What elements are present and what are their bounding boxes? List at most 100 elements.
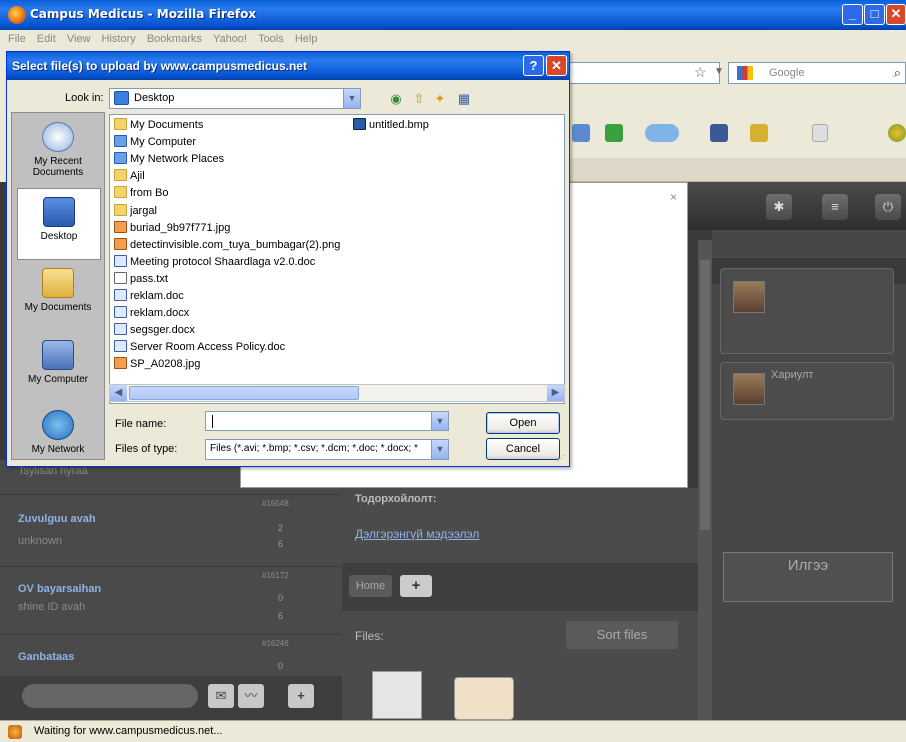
mail-icon[interactable]: ✉	[208, 684, 234, 708]
place-my-computer[interactable]: My Computer	[11, 332, 105, 404]
file-list-item[interactable]: reklam.docx	[114, 305, 189, 321]
file-list-item[interactable]: untitled.bmp	[353, 117, 429, 133]
ticket-id: #16548	[262, 499, 289, 508]
place-desktop[interactable]: Desktop	[17, 188, 101, 260]
toolbar-addon-icon[interactable]	[750, 124, 768, 142]
file-list-item[interactable]: reklam.doc	[114, 288, 184, 304]
files-of-type-select[interactable]: Files (*.avi; *.bmp; *.csv; *.dcm; *.doc…	[205, 439, 449, 460]
toolbar-addon-icon[interactable]	[888, 124, 906, 142]
scroll-left-icon[interactable]: ◀	[110, 385, 127, 401]
file-list-item[interactable]: Server Room Access Policy.doc	[114, 339, 285, 355]
menu-tools[interactable]: Tools	[258, 33, 284, 45]
power-icon[interactable]: ⏻	[875, 194, 901, 220]
search-icon[interactable]: ⌕	[894, 65, 901, 81]
look-in-select[interactable]: Desktop ▼	[109, 88, 361, 109]
scroll-right-icon[interactable]: ▶	[547, 385, 564, 401]
minimize-button[interactable]: _	[842, 4, 863, 25]
view-menu-icon[interactable]: ▦	[455, 90, 473, 108]
list-item[interactable]: #16246 Ganbataas 0	[0, 634, 342, 676]
ticket-title: OV bayarsaihan	[18, 583, 102, 595]
desktop-icon	[114, 91, 129, 105]
cancel-button[interactable]: Cancel	[486, 438, 560, 460]
details-link[interactable]: Дэлгэрэнгүй мэдээлэл	[355, 527, 479, 541]
add-folder-button[interactable]: +	[400, 575, 432, 597]
place-my-network[interactable]: My Network	[11, 402, 105, 460]
menu-yahoo[interactable]: Yahoo!	[213, 33, 247, 45]
facebook-icon[interactable]	[710, 124, 728, 142]
list-search-input[interactable]	[22, 684, 198, 708]
status-bar: Waiting for www.campusmedicus.net...	[0, 720, 906, 742]
menu-edit[interactable]: Edit	[37, 33, 56, 45]
ticket-title: Ganbataas	[18, 651, 75, 663]
look-in-label: Look in:	[65, 92, 104, 104]
presentation-file-icon[interactable]	[454, 677, 514, 720]
file-list-item[interactable]: detectinvisible.com_tuya_bumbagar(2).png	[114, 237, 340, 253]
toolbar-addon-icon[interactable]	[572, 124, 590, 142]
file-list-item[interactable]: buriad_9b97f771.jpg	[114, 220, 230, 236]
file-list-item[interactable]: Meeting protocol Shaardlaga v2.0.doc	[114, 254, 315, 270]
file-list-item[interactable]: pass.txt	[114, 271, 168, 287]
document-file-icon[interactable]	[372, 671, 422, 719]
file-list-item[interactable]: My Computer	[114, 134, 196, 150]
place-recent[interactable]: My Recent Documents	[11, 114, 105, 186]
add-icon[interactable]: +	[288, 684, 314, 708]
chevron-down-icon[interactable]: ▼	[343, 89, 360, 108]
dialog-title-bar[interactable]: Select file(s) to upload by www.campusme…	[7, 52, 569, 80]
bug-icon[interactable]: ✱	[766, 194, 792, 220]
file-list[interactable]: My Documents My Computer My Network Places…	[109, 114, 565, 404]
help-button[interactable]: ?	[523, 55, 544, 76]
new-folder-icon[interactable]: ✦	[431, 90, 449, 108]
recent-documents-icon	[42, 122, 74, 152]
modal-close-icon[interactable]: ×	[670, 190, 677, 204]
file-list-item[interactable]: from Bo	[114, 185, 169, 201]
chevron-down-icon[interactable]: ▼	[431, 440, 448, 459]
back-icon[interactable]: ◉	[387, 90, 405, 108]
list-item[interactable]: #16548 Zuvulguu avah 2 unknown 6	[0, 494, 342, 566]
google-engine-icon[interactable]	[737, 66, 753, 80]
maximize-button[interactable]: □	[864, 4, 885, 25]
close-window-button[interactable]: ✕	[886, 4, 906, 25]
file-list-item[interactable]: My Network Places	[114, 151, 224, 167]
menu-view[interactable]: View	[67, 33, 91, 45]
resize-grip-icon[interactable]: ⋰	[557, 454, 567, 464]
file-list-item[interactable]: segsger.docx	[114, 322, 195, 338]
folder-icon	[114, 169, 127, 182]
file-name-input[interactable]: ▼	[205, 411, 449, 431]
search-box[interactable]: Google ⌕	[728, 62, 906, 84]
description-label: Тодорхойлолт:	[355, 493, 437, 505]
detail-scrollbar[interactable]	[698, 240, 712, 720]
menu-help[interactable]: Help	[295, 33, 318, 45]
menu-history[interactable]: History	[102, 33, 136, 45]
folder-icon	[114, 118, 127, 130]
send-button[interactable]: Илгээ	[723, 552, 893, 602]
comment-count: 2	[278, 523, 284, 533]
file-icon	[114, 271, 127, 284]
weather-icon[interactable]	[645, 124, 679, 142]
my-computer-icon	[42, 340, 74, 370]
list-item[interactable]: #16172 OV bayarsaihan 0 shine ID avah 6	[0, 566, 342, 638]
file-list-item[interactable]: Ajil	[114, 168, 145, 184]
scroll-thumb[interactable]	[129, 386, 359, 400]
menu-bookmarks[interactable]: Bookmarks	[147, 33, 202, 45]
sort-files-button[interactable]: Sort files	[566, 621, 678, 649]
file-name: Server Room Access Policy.doc	[130, 341, 286, 354]
dialog-close-button[interactable]: ✕	[546, 55, 567, 76]
toolbar-addon-icon[interactable]	[605, 124, 623, 142]
bookmark-star-icon[interactable]: ☆	[694, 64, 707, 81]
menu-file[interactable]: File	[8, 33, 26, 45]
chart-icon[interactable]: 〰	[238, 684, 264, 708]
file-list-item[interactable]: SP_A0208.jpg	[114, 356, 200, 372]
url-dropdown-icon[interactable]: ▼	[714, 66, 724, 77]
file-list-scrollbar[interactable]: ◀ ▶	[109, 384, 565, 402]
chevron-down-icon[interactable]: ▼	[431, 412, 448, 430]
overflow-chevron-icon[interactable]	[812, 124, 828, 142]
place-my-documents[interactable]: My Documents	[11, 260, 105, 332]
settings-icon[interactable]: ≡	[822, 194, 848, 220]
file-list-item[interactable]: My Documents	[114, 117, 203, 133]
file-list-item[interactable]: jargal	[114, 203, 157, 219]
home-button[interactable]: Home	[349, 575, 392, 597]
open-button[interactable]: Open	[486, 412, 560, 434]
response-card[interactable]	[720, 268, 894, 354]
up-folder-icon[interactable]: ⇧	[410, 90, 428, 108]
file-icon	[114, 289, 127, 301]
